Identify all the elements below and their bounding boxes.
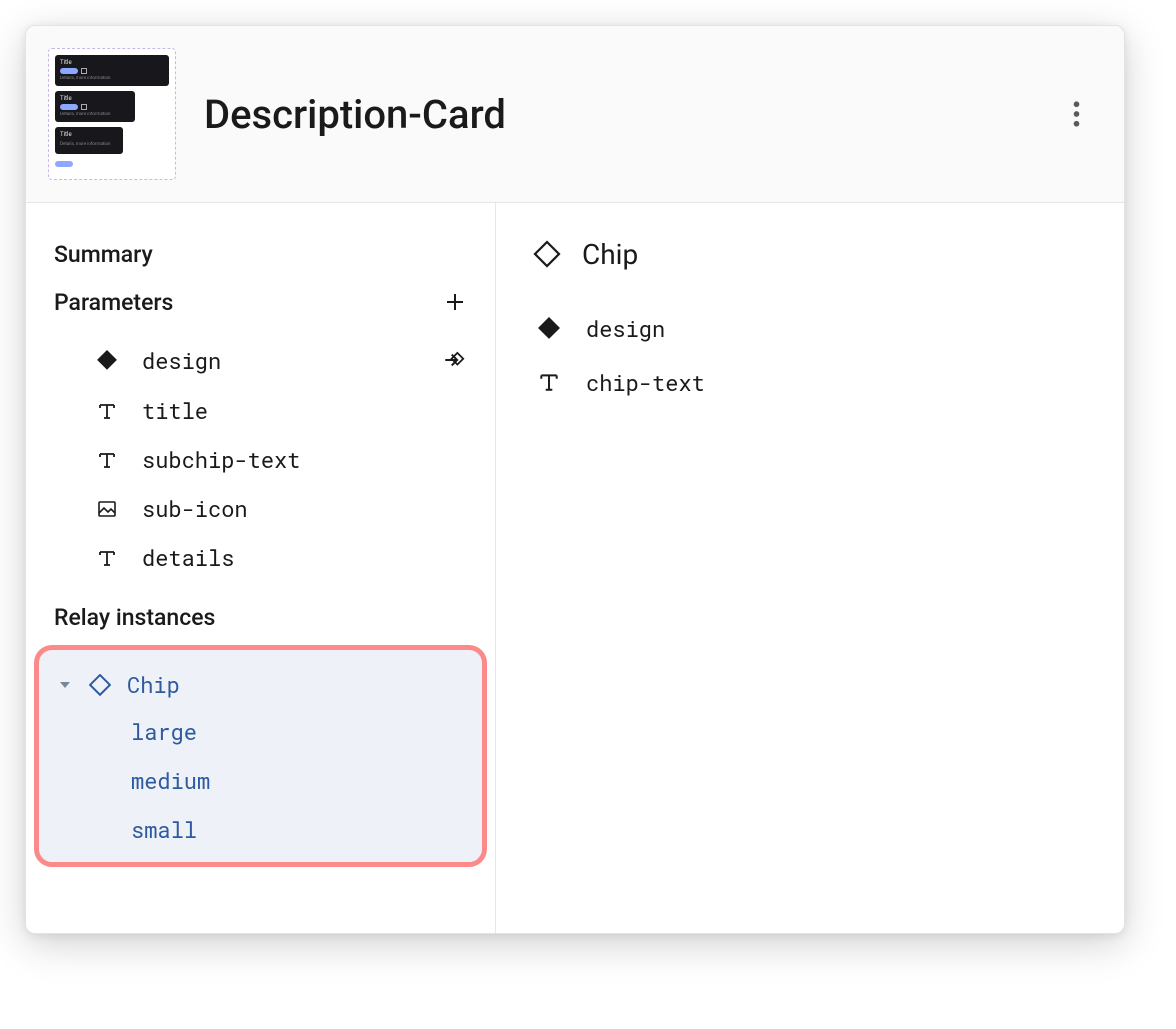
detail-property-chip-text[interactable]: chip-text: [530, 355, 1090, 409]
panel-header: Title Details, more information Title De…: [26, 26, 1124, 203]
detail-property-list: design chip-text: [530, 289, 1090, 409]
relay-variant-large[interactable]: large: [39, 707, 482, 756]
relay-variant-medium[interactable]: medium: [39, 756, 482, 805]
parameter-row-subchip-text[interactable]: subchip-text: [26, 435, 495, 484]
parameter-list: design title subchip-text: [26, 328, 495, 596]
parameter-name: subchip-text: [142, 445, 300, 474]
component-thumbnail: Title Details, more information Title De…: [48, 48, 176, 180]
parameter-name: sub-icon: [142, 494, 248, 523]
parameters-section-label: Parameters: [54, 289, 173, 316]
component-outline-icon: [87, 672, 113, 698]
parameter-row-details[interactable]: details: [26, 533, 495, 582]
variant-name: large: [131, 717, 197, 746]
parameter-name: title: [142, 396, 208, 425]
component-panel: Title Details, more information Title De…: [25, 25, 1125, 934]
image-icon: [94, 496, 120, 522]
property-name: design: [586, 314, 665, 343]
plus-icon: [443, 290, 467, 314]
swap-icon: [442, 347, 468, 373]
panel-body: Summary Parameters design: [26, 203, 1124, 933]
text-icon: [94, 398, 120, 424]
parameter-name: design: [142, 346, 221, 375]
text-icon: [94, 545, 120, 571]
relay-instance-highlight: Chip large medium small: [34, 645, 487, 867]
right-pane: Chip design chip-text: [496, 203, 1124, 933]
kebab-icon: [1073, 101, 1080, 127]
detail-header: Chip: [530, 231, 1090, 289]
instance-icon: [94, 347, 120, 373]
expand-toggle[interactable]: [57, 680, 73, 690]
parameter-row-design[interactable]: design: [26, 334, 495, 386]
relay-variant-small[interactable]: small: [39, 805, 482, 854]
swap-instance-button[interactable]: [439, 344, 471, 376]
parameter-row-title[interactable]: title: [26, 386, 495, 435]
parameter-row-sub-icon[interactable]: sub-icon: [26, 484, 495, 533]
relay-instance-name: Chip: [127, 670, 180, 699]
relay-instances-label: Relay instances: [26, 596, 495, 639]
parameters-section-header: Parameters: [26, 276, 495, 328]
relay-instance-chip[interactable]: Chip: [39, 662, 482, 707]
variant-name: small: [131, 815, 197, 844]
add-parameter-button[interactable]: [437, 284, 473, 320]
summary-section-label[interactable]: Summary: [26, 233, 495, 276]
text-icon: [94, 447, 120, 473]
component-outline-icon: [530, 237, 564, 271]
detail-property-design[interactable]: design: [530, 301, 1090, 355]
text-icon: [534, 367, 564, 397]
more-options-button[interactable]: [1056, 94, 1096, 134]
component-title: Description-Card: [204, 91, 1028, 138]
parameter-name: details: [142, 543, 234, 572]
property-name: chip-text: [586, 368, 705, 397]
variant-name: medium: [131, 766, 210, 795]
detail-title: Chip: [582, 238, 638, 271]
chevron-down-icon: [59, 680, 71, 690]
instance-icon: [534, 313, 564, 343]
left-pane: Summary Parameters design: [26, 203, 496, 933]
